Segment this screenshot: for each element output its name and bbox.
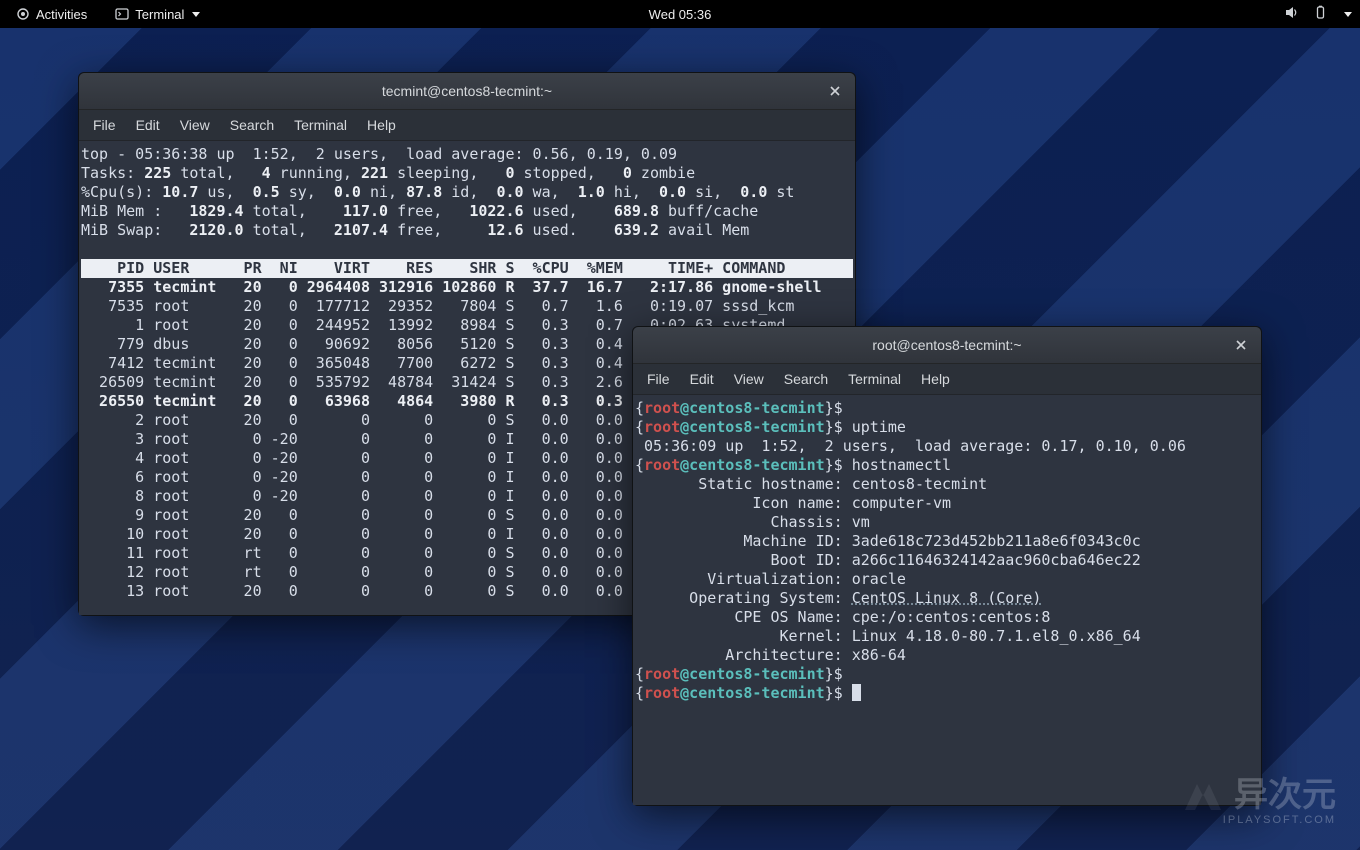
menu-terminal[interactable]: Terminal (284, 113, 357, 137)
title-bar[interactable]: tecmint@centos8-tecmint:~ (79, 73, 855, 110)
menu-help[interactable]: Help (911, 367, 960, 391)
menu-edit[interactable]: Edit (126, 113, 170, 137)
window-title: tecmint@centos8-tecmint:~ (382, 83, 552, 99)
close-button[interactable] (825, 81, 845, 101)
window-title: root@centos8-tecmint:~ (872, 337, 1021, 353)
clock[interactable]: Wed 05:36 (649, 7, 712, 22)
menu-help[interactable]: Help (357, 113, 406, 137)
menu-terminal[interactable]: Terminal (838, 367, 911, 391)
system-status-area[interactable] (1284, 5, 1352, 23)
chevron-down-icon (192, 12, 200, 17)
close-icon (1235, 339, 1247, 351)
app-menu-label: Terminal (135, 7, 184, 22)
menu-view[interactable]: View (724, 367, 774, 391)
terminal-window-root[interactable]: root@centos8-tecmint:~ FileEditViewSearc… (632, 326, 1262, 806)
title-bar[interactable]: root@centos8-tecmint:~ (633, 327, 1261, 364)
volume-icon[interactable] (1284, 5, 1299, 23)
activities-icon (16, 7, 30, 21)
menu-file[interactable]: File (637, 367, 680, 391)
gnome-top-bar: Activities Terminal Wed 05:36 (0, 0, 1360, 28)
close-button[interactable] (1231, 335, 1251, 355)
menu-search[interactable]: Search (774, 367, 838, 391)
menu-bar: FileEditViewSearchTerminalHelp (633, 364, 1261, 395)
menu-file[interactable]: File (83, 113, 126, 137)
power-icon[interactable] (1313, 5, 1328, 23)
activities-label: Activities (36, 7, 87, 22)
menu-view[interactable]: View (170, 113, 220, 137)
chevron-down-icon[interactable] (1344, 12, 1352, 17)
app-menu-button[interactable]: Terminal (107, 5, 208, 24)
menu-bar: FileEditViewSearchTerminalHelp (79, 110, 855, 141)
close-icon (829, 85, 841, 97)
watermark-logo: 异次元 IPLAYSOFT.COM (1181, 778, 1336, 826)
activities-button[interactable]: Activities (8, 5, 95, 24)
menu-search[interactable]: Search (220, 113, 284, 137)
terminal-output[interactable]: {root@centos8-tecmint}$ {root@centos8-te… (633, 395, 1261, 805)
terminal-icon (115, 7, 129, 21)
menu-edit[interactable]: Edit (680, 367, 724, 391)
